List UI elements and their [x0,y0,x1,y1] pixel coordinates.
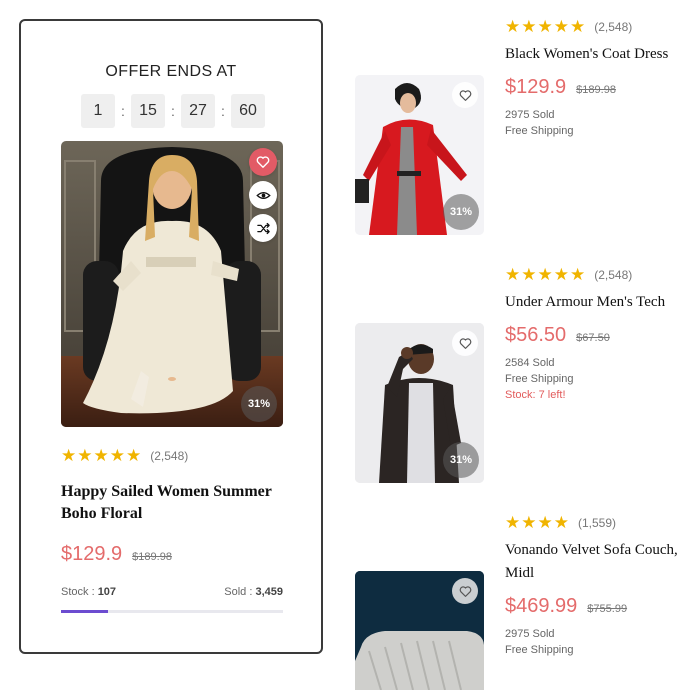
timer-seconds: 60 [231,94,265,128]
product-name[interactable]: Vonando Velvet Sofa Couch, Midl [505,539,680,585]
star-icon: ★ [505,265,521,284]
timer-hours: 15 [131,94,165,128]
shipping-info: Free Shipping [505,373,574,385]
heart-icon [256,156,270,168]
current-price: $469.99 [505,595,578,617]
rating-stars: ★ ★ ★ ★ ★ (2,548) [505,18,680,35]
sold-progress-bar [61,610,283,613]
star-icon: ★ [126,446,142,465]
product-name[interactable]: Black Women's Coat Dress [505,43,680,66]
discount-badge: 31% [443,442,479,478]
sold-count: 2975 Sold [505,628,555,640]
product-image[interactable]: 31% [355,323,484,483]
timer-separator: : [171,103,175,119]
discount-badge: 31% [241,386,277,422]
wishlist-button[interactable] [249,148,277,176]
featured-product-image[interactable]: 31% [61,141,283,427]
wishlist-button[interactable] [452,82,478,108]
sold-value: 3,459 [255,586,283,598]
old-price: $189.98 [576,84,616,96]
product-info: ★ ★ ★ ★ ★ (2,548) Black Women's Coat Dress $… [505,18,680,139]
sold-count: 2584 Sold [505,357,555,369]
star-icon: ★ [521,17,537,36]
product-info: ★ ★ ★ ★ (1,559) Vonando Velvet Sofa Couch, … [505,514,680,658]
timer-separator: : [121,103,125,119]
current-price: $129.9 [61,543,123,565]
star-icon: ★ [93,446,109,465]
timer-minutes: 27 [181,94,215,128]
quick-view-button[interactable] [249,181,277,209]
price-row: $56.50 $67.50 [505,324,680,347]
star-icon: ★ [570,265,586,284]
rating-count: (1,559) [578,515,617,530]
product-image[interactable]: 31% [355,75,484,235]
star-icon: ★ [537,17,553,36]
heart-icon [459,585,471,597]
woman-in-armchair-photo [61,141,283,427]
old-price: $189.98 [132,551,172,563]
star-icon: ★ [553,265,569,284]
stock-value: 107 [97,586,117,598]
featured-deal-card: OFFER ENDS AT 1 : 15 : 27 : 60 31% ★ ★ ★… [19,19,323,654]
timer-separator: : [221,103,225,119]
countdown-timer: 1 : 15 : 27 : 60 [81,94,265,128]
star-icon: ★ [505,17,521,36]
star-icon: ★ [109,446,125,465]
stock-sold-row: Stock : 107 Sold : 3,459 [61,586,283,598]
old-price: $755.99 [587,603,628,615]
stock-warning: Stock: 7 left! [505,389,566,401]
shipping-info: Free Shipping [505,125,574,137]
eye-icon [255,191,271,199]
compare-button[interactable] [249,214,277,242]
shipping-info: Free Shipping [505,644,574,656]
product-info: ★ ★ ★ ★ ★ (2,548) Under Armour Men's Tech $5… [505,266,680,403]
sold-progress-fill [61,610,108,613]
rating-stars: ★ ★ ★ ★ ★ (2,548) [61,447,188,464]
current-price: $56.50 [505,324,567,346]
discount-badge: 31% [443,194,479,230]
star-icon: ★ [553,17,569,36]
offer-title: OFFER ENDS AT [105,63,237,80]
heart-icon [459,89,471,101]
star-icon: ★ [521,513,537,532]
sold-info: Sold : 3,459 [224,586,283,598]
price-row: $469.99 $755.99 [505,595,680,618]
featured-product-name[interactable]: Happy Sailed Women Summer Boho Floral [61,481,301,525]
rating-count: (2,548) [594,267,633,282]
star-icon: ★ [521,265,537,284]
stock-label: Stock : [61,586,98,598]
sold-label: Sold : [224,586,256,598]
star-icon: ★ [537,513,553,532]
price-row: $129.9 $189.98 [505,76,680,99]
heart-icon [459,337,471,349]
rating-stars: ★ ★ ★ ★ (1,559) [505,514,680,531]
rating-count: (2,548) [594,19,633,34]
star-icon: ★ [570,17,586,36]
star-icon: ★ [61,446,77,465]
wishlist-button[interactable] [452,330,478,356]
current-price: $129.9 [505,76,567,98]
wishlist-button[interactable] [452,578,478,604]
stock-info: Stock : 107 [61,586,116,598]
shuffle-icon [256,222,270,234]
featured-price-row: $129.9 $189.98 [61,543,172,566]
timer-days: 1 [81,94,115,128]
product-name[interactable]: Under Armour Men's Tech [505,291,680,314]
product-image[interactable] [355,571,484,690]
old-price: $67.50 [576,332,610,344]
sold-count: 2975 Sold [505,109,555,121]
rating-stars: ★ ★ ★ ★ ★ (2,548) [505,266,680,283]
star-icon: ★ [505,513,521,532]
rating-count: (2,548) [150,448,189,463]
star-icon: ★ [77,446,93,465]
star-icon: ★ [537,265,553,284]
star-icon: ★ [553,513,569,532]
